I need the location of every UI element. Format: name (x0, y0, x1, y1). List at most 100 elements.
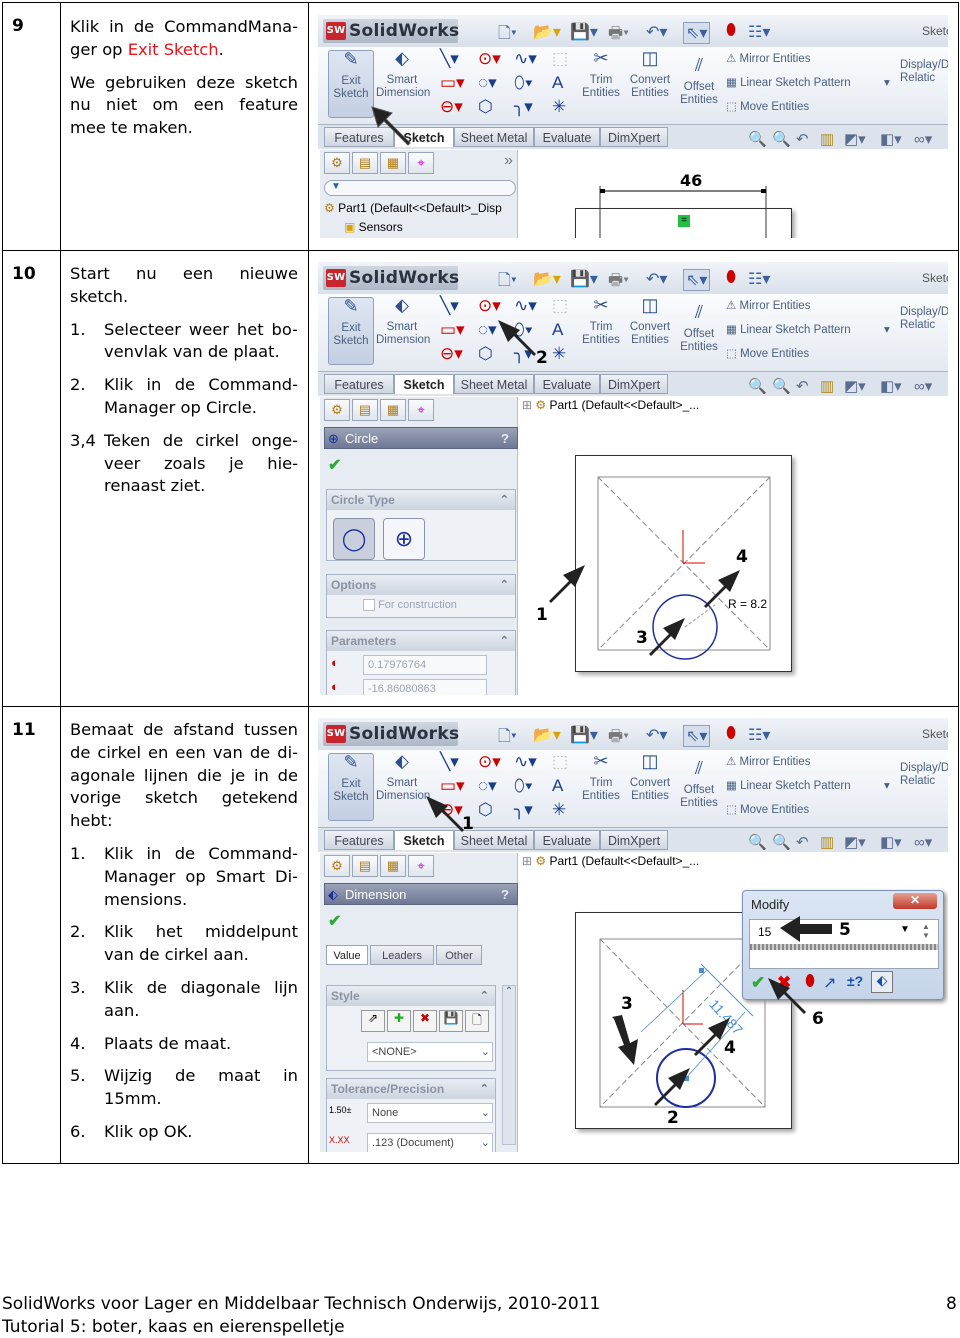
section-view-icon[interactable]: ▥ (820, 130, 834, 148)
zoom-to-fit-icon[interactable]: 🔍 (748, 377, 767, 395)
dimxpert-manager-icon[interactable]: ⌖ (408, 399, 434, 421)
previous-view-icon[interactable]: ↶ (796, 130, 809, 148)
apply-style-icon[interactable]: ⇗ (361, 1010, 385, 1032)
display-relations-button[interactable]: Display/D Relatic (900, 306, 948, 332)
configuration-manager-icon[interactable]: ▦ (380, 152, 406, 174)
options-list-icon[interactable]: ☷▾ (748, 725, 770, 745)
group-header[interactable]: Options ⌃ (327, 575, 515, 595)
point-tool-icon[interactable]: ✳ (552, 344, 566, 364)
property-manager-icon[interactable]: ▤ (352, 399, 378, 421)
style-select[interactable]: <NONE> ⌄ (367, 1042, 493, 1062)
perimeter-circle-button[interactable]: ⊕ (383, 518, 425, 560)
zoom-to-fit-icon[interactable]: 🔍 (748, 833, 767, 851)
rectangle-tool-icon[interactable]: ▭▾ (440, 320, 465, 340)
expand-icon[interactable]: » (504, 152, 513, 172)
convert-entities-button[interactable]: ◫ Convert Entities (626, 49, 674, 100)
options-list-icon[interactable]: ☷▾ (748, 22, 770, 42)
dimension-value[interactable]: 46 (680, 171, 702, 190)
save-icon[interactable]: 💾▾ (570, 22, 598, 42)
delete-style-icon[interactable]: ✖ (413, 1010, 437, 1032)
display-style-icon[interactable]: ◧▾ (880, 130, 902, 148)
print-icon[interactable]: 🖶▾ (608, 22, 629, 49)
center-circle-button[interactable]: ◯ (333, 518, 375, 560)
expand-plus-icon[interactable]: ⊞ (522, 854, 535, 868)
trim-entities-button[interactable]: ✂ Trim Entities (580, 296, 622, 347)
spin-stepper[interactable]: ▲ ▼ (922, 922, 930, 940)
scroll-up-icon[interactable]: ⌃ (503, 986, 515, 997)
hide-show-icon[interactable]: ∞▾ (914, 130, 932, 148)
center-x-field[interactable]: 0.17976764 (363, 655, 487, 675)
mirror-entities-button[interactable]: ⚠ Mirror Entities (726, 51, 810, 65)
line-tool-icon[interactable]: ╲▾ (440, 296, 459, 316)
arc-tool-icon[interactable]: ◌▾ (478, 776, 497, 796)
rebuild-traffic-light-icon[interactable]: ⬮ (726, 269, 736, 287)
configuration-manager-icon[interactable]: ▦ (380, 855, 406, 877)
center-y-field[interactable]: -16.86080863 (363, 679, 487, 695)
trim-entities-button[interactable]: ✂ Trim Entities (580, 752, 622, 803)
previous-view-icon[interactable]: ↶ (796, 377, 809, 395)
tab-dimxpert[interactable]: DimXpert (600, 127, 668, 147)
collapse-icon[interactable]: ⌃ (500, 631, 509, 651)
linear-sketch-pattern-button[interactable]: ▦ Linear Sketch Pattern ▾ (726, 322, 890, 336)
tree-item-part[interactable]: ⚙ Part1 (Default<<Default>_Disp (324, 201, 502, 215)
tab-evaluate[interactable]: Evaluate (534, 830, 600, 850)
move-entities-button[interactable]: ⬚ Move Entities (726, 99, 809, 113)
tab-sheet-metal[interactable]: Sheet Metal (454, 127, 534, 147)
move-entities-button[interactable]: ⬚ Move Entities (726, 346, 809, 360)
select-pointer-icon[interactable]: ⇖▾ (683, 725, 711, 747)
feature-manager-icon[interactable]: ⚙ (324, 399, 350, 421)
tab-other[interactable]: Other (436, 945, 482, 965)
offset-entities-button[interactable]: ⫽ Offset Entities (678, 56, 720, 107)
convert-entities-button[interactable]: ◫ Convert Entities (626, 296, 674, 347)
help-icon[interactable]: ? (501, 884, 509, 906)
chevron-down-icon[interactable]: ▼ (900, 924, 910, 935)
zoom-area-icon[interactable]: 🔍 (772, 833, 791, 851)
property-manager-icon[interactable]: ▤ (352, 152, 378, 174)
polygon-tool-icon[interactable]: ⬡ (478, 97, 493, 117)
precision-select[interactable]: .123 (Document) ⌄ (367, 1133, 493, 1152)
tree-item-part[interactable]: ⊞ ⚙ Part1 (Default<<Default>_... (522, 854, 699, 868)
text-tool-icon[interactable]: A (552, 73, 563, 93)
mark-for-drawing-icon[interactable]: ±? (847, 973, 863, 989)
options-list-icon[interactable]: ☷▾ (748, 269, 770, 289)
load-style-icon[interactable]: 🗋 (465, 1010, 489, 1032)
plane-tool-icon[interactable]: ⬚ (552, 296, 568, 316)
feature-manager-icon[interactable]: ⚙ (324, 855, 350, 877)
for-construction-checkbox[interactable]: For construction (363, 599, 457, 612)
ok-check-icon[interactable]: ✔ (328, 911, 341, 931)
collapse-icon[interactable]: ⌃ (500, 490, 509, 510)
undo-icon[interactable]: ↶▾ (646, 22, 667, 42)
tree-item-part[interactable]: ⊞ ⚙ Part1 (Default<<Default>_... (522, 398, 699, 412)
collapse-icon[interactable]: ⌃ (500, 575, 509, 595)
view-orientation-icon[interactable]: ◩▾ (844, 377, 866, 395)
display-relations-button[interactable]: Display/D Relatic (900, 762, 948, 788)
group-header[interactable]: Circle Type ⌃ (327, 490, 515, 510)
display-style-icon[interactable]: ◧▾ (880, 377, 902, 395)
offset-entities-button[interactable]: ⫽ Offset Entities (678, 303, 720, 354)
rebuild-traffic-light-icon[interactable]: ⬮ (726, 22, 736, 40)
print-icon[interactable]: 🖶▾ (608, 725, 629, 752)
line-tool-icon[interactable]: ╲▾ (440, 752, 459, 772)
tab-sheet-metal[interactable]: Sheet Metal (454, 374, 534, 394)
slot-tool-icon[interactable]: ⊖▾ (440, 344, 463, 364)
zoom-to-fit-icon[interactable]: 🔍 (748, 130, 767, 148)
collapse-icon[interactable]: ⌃ (480, 986, 489, 1006)
line-tool-icon[interactable]: ╲▾ (440, 49, 459, 69)
exit-sketch-button[interactable]: ✎ Exit Sketch (328, 297, 374, 365)
ok-check-icon[interactable]: ✔ (328, 455, 341, 475)
tab-features[interactable]: Features (324, 830, 394, 850)
plane-tool-icon[interactable]: ⬚ (552, 49, 568, 69)
panel-scrollbar[interactable]: ⌃ (502, 985, 516, 1145)
undo-icon[interactable]: ↶▾ (646, 725, 667, 745)
feature-manager-icon[interactable]: ⚙ (324, 152, 350, 174)
view-orientation-icon[interactable]: ◩▾ (844, 130, 866, 148)
zoom-area-icon[interactable]: 🔍 (772, 130, 791, 148)
open-folder-icon[interactable]: 📂▾ (533, 725, 561, 745)
arc-tool-icon[interactable]: ◌▾ (478, 73, 497, 93)
trim-entities-button[interactable]: ✂ Trim Entities (580, 49, 622, 100)
tree-item-sensors[interactable]: ▣ Sensors (344, 220, 403, 234)
circle-tool-icon[interactable]: ⊙▾ (478, 752, 501, 772)
save-style-icon[interactable]: 💾 (439, 1010, 463, 1032)
exit-sketch-button[interactable]: ✎ Exit Sketch (328, 753, 374, 821)
property-manager-icon[interactable]: ▤ (352, 855, 378, 877)
